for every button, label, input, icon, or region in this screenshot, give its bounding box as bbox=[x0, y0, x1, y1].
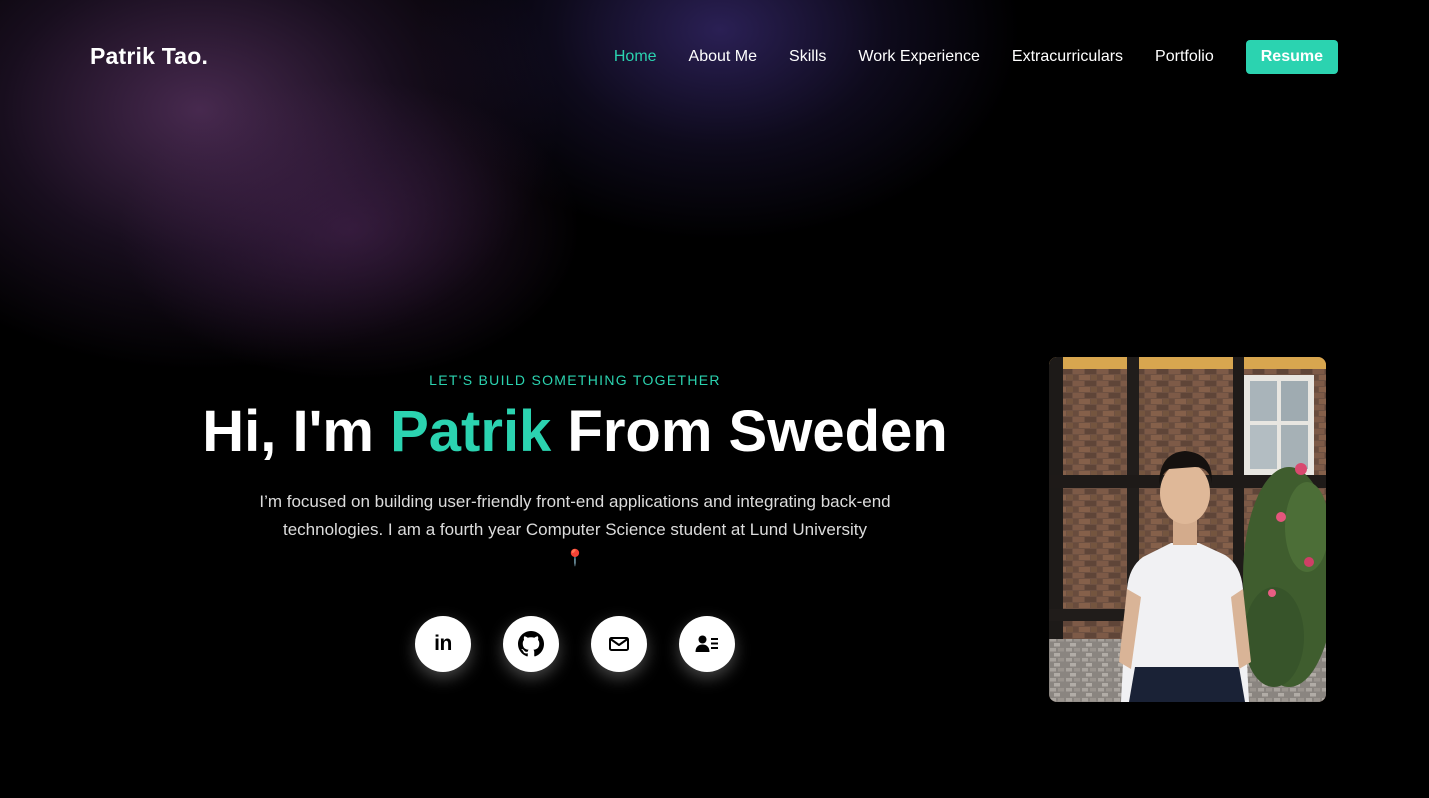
headline-prefix: Hi, I'm bbox=[202, 399, 391, 464]
contact-card-button[interactable] bbox=[679, 616, 735, 672]
nav-link-home[interactable]: Home bbox=[614, 40, 657, 74]
hero-headline: Hi, I'm Patrik From Sweden bbox=[150, 400, 1000, 464]
navbar: Patrik Tao. Home About Me Skills Work Ex… bbox=[0, 0, 1429, 112]
background-glow bbox=[120, 80, 580, 380]
brand-logo[interactable]: Patrik Tao. bbox=[90, 43, 208, 70]
github-icon bbox=[518, 631, 544, 657]
profile-photo-illustration bbox=[1049, 357, 1326, 702]
hero-bio: I’m focused on building user-friendly fr… bbox=[239, 488, 911, 573]
hero-section: LET'S BUILD SOMETHING TOGETHER Hi, I'm P… bbox=[150, 372, 1000, 573]
nav-link-portfolio[interactable]: Portfolio bbox=[1155, 40, 1214, 74]
nav-link-skills[interactable]: Skills bbox=[789, 40, 826, 74]
nav-links: Home About Me Skills Work Experience Ext… bbox=[582, 40, 1338, 74]
nav-link-about-me[interactable]: About Me bbox=[689, 40, 757, 74]
linkedin-button[interactable]: in bbox=[415, 616, 471, 672]
bio-text: I’m focused on building user-friendly fr… bbox=[259, 491, 891, 539]
headline-suffix: From Sweden bbox=[551, 399, 948, 464]
page: Patrik Tao. Home About Me Skills Work Ex… bbox=[0, 0, 1429, 798]
social-links: in bbox=[415, 616, 735, 672]
linkedin-icon: in bbox=[434, 632, 452, 655]
nav-link-extracurriculars[interactable]: Extracurriculars bbox=[1012, 40, 1123, 74]
nav-link-work-experience[interactable]: Work Experience bbox=[858, 40, 980, 74]
headline-name: Patrik bbox=[390, 399, 552, 464]
email-button[interactable] bbox=[591, 616, 647, 672]
location-pin-icon: 📍 bbox=[565, 549, 585, 567]
profile-photo bbox=[1049, 357, 1326, 702]
github-button[interactable] bbox=[503, 616, 559, 672]
hero-eyebrow: LET'S BUILD SOMETHING TOGETHER bbox=[429, 372, 721, 388]
resume-button[interactable]: Resume bbox=[1245, 40, 1338, 74]
mail-icon bbox=[609, 637, 629, 651]
contact-card-icon bbox=[695, 635, 718, 652]
